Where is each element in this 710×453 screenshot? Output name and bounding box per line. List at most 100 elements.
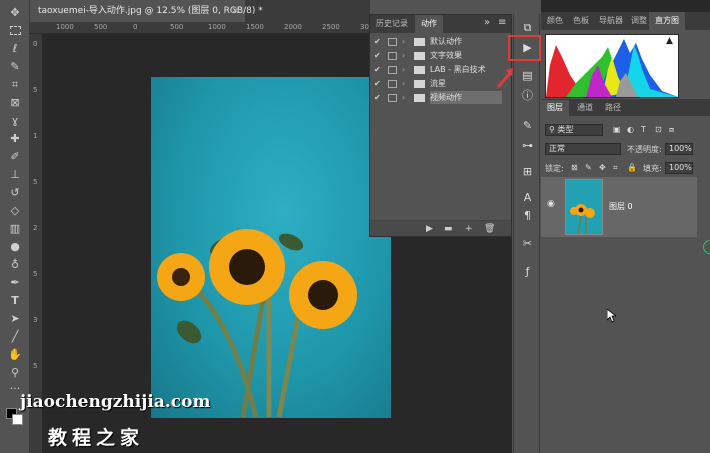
eraser-tool-icon[interactable]: ◇	[6, 202, 24, 218]
checkmark-icon[interactable]: ✔	[374, 91, 381, 105]
action-set-row[interactable]: ✔ › 默认动作	[370, 35, 511, 49]
opacity-input[interactable]: 100%	[665, 143, 693, 155]
blend-mode-select[interactable]: 正常	[545, 143, 621, 155]
tab-layers[interactable]: 图层	[541, 100, 569, 116]
sunflower-photo[interactable]	[151, 77, 391, 418]
tab-swatches[interactable]: 色板	[567, 12, 595, 30]
checkmark-icon[interactable]: ✔	[374, 77, 381, 91]
crop-tool-icon[interactable]: ⌗	[6, 76, 24, 92]
paragraph-panel-icon[interactable]: ¶	[519, 208, 536, 223]
styles-icon[interactable]: ⊞	[519, 164, 536, 179]
move-tool-icon[interactable]: ✥	[6, 4, 24, 20]
info-icon[interactable]: ⓘ	[519, 88, 536, 103]
ruler-label: 1	[33, 132, 38, 140]
tab-navigator[interactable]: 导航器	[593, 12, 629, 30]
lasso-tool-icon[interactable]: ℓ	[6, 40, 24, 56]
properties-icon[interactable]: ƒ	[519, 264, 536, 279]
pen-tool-icon[interactable]: ✒	[6, 274, 24, 290]
quick-select-tool-icon[interactable]: ✎	[6, 58, 24, 74]
lock-artboard-icon[interactable]: ⌗	[613, 163, 618, 173]
layer-thumbnail[interactable]	[565, 179, 603, 235]
dialog-toggle-icon[interactable]	[388, 94, 397, 102]
shape-filter-icon[interactable]: ⊡	[655, 125, 662, 134]
document-tab-title: taoxuemei-导入动作.jpg @ 12.5% (图层 0, RGB/8)…	[38, 6, 263, 16]
folder-icon	[414, 80, 425, 88]
checkmark-icon[interactable]: ✔	[374, 63, 381, 77]
blur-tool-icon[interactable]: ●	[6, 238, 24, 254]
type-tool-icon[interactable]: T	[6, 292, 24, 308]
lock-transparency-icon[interactable]: ⊠	[571, 163, 578, 172]
smart-object-filter-icon[interactable]: ⧈	[669, 125, 674, 135]
layer-row[interactable]: ◉ 图层 0	[541, 177, 697, 237]
cache-warning-icon[interactable]: ▲	[666, 36, 673, 46]
chevron-right-icon[interactable]: ›	[402, 35, 405, 49]
layer-comps-icon[interactable]: ▤	[519, 68, 536, 83]
histogram-graph	[545, 34, 679, 98]
pixel-filter-icon[interactable]: ▣	[613, 125, 621, 134]
dialog-toggle-icon[interactable]	[388, 38, 397, 46]
new-set-folder-icon[interactable]: ▬	[444, 224, 453, 234]
zoom-tool-icon[interactable]: ⚲	[6, 364, 24, 380]
hand-tool-icon[interactable]: ✋	[6, 346, 24, 362]
marquee-tool-icon[interactable]	[6, 22, 24, 38]
line-tool-icon[interactable]: ╱	[6, 328, 24, 344]
tab-actions[interactable]: 动作	[415, 15, 443, 33]
lock-position-icon[interactable]: ✥	[599, 163, 606, 172]
new-action-icon[interactable]: +	[465, 224, 473, 234]
adjustments-icon[interactable]: ⊶	[519, 138, 536, 153]
type-filter-icon[interactable]: T	[641, 125, 646, 134]
path-select-icon[interactable]: ➤	[6, 310, 24, 326]
character-panel-icon[interactable]: A	[519, 190, 536, 205]
tool-presets-icon[interactable]: ✂	[519, 236, 536, 251]
action-set-row[interactable]: ✔ › LAB - 黑白技术	[370, 63, 511, 77]
folder-icon	[414, 52, 425, 60]
play-selection-icon[interactable]: ▶	[426, 224, 433, 234]
frame-tool-icon[interactable]: ⊠	[6, 94, 24, 110]
adjustment-filter-icon[interactable]: ◐	[627, 125, 634, 134]
search-icon: ⚲	[549, 125, 555, 134]
chevron-right-icon[interactable]: ›	[402, 49, 405, 63]
fill-input[interactable]: 100%	[665, 162, 693, 174]
brush-tool-icon[interactable]: ✐	[6, 148, 24, 164]
tab-paths[interactable]: 路径	[599, 100, 627, 116]
chevron-right-icon[interactable]: ›	[402, 77, 405, 91]
tab-histogram[interactable]: 直方图	[649, 12, 685, 30]
healing-brush-icon[interactable]: ✚	[6, 130, 24, 146]
history-brush-icon[interactable]: ↺	[6, 184, 24, 200]
document-tab[interactable]: taoxuemei-导入动作.jpg @ 12.5% (图层 0, RGB/8)…	[30, 0, 263, 22]
tab-channels[interactable]: 通道	[571, 100, 599, 116]
action-set-row-selected[interactable]: ✔ › 视频动作	[370, 91, 511, 105]
chevron-right-icon[interactable]: ›	[402, 63, 405, 77]
close-tab-icon[interactable]: ×	[231, 0, 239, 22]
tools-panel: ✥ ℓ ✎ ⌗ ⊠ ɣ ✚ ✐ ⊥ ↺ ◇ ▥ ● ♁ ✒ T ➤ ╱ ✋ ⚲ …	[0, 0, 30, 453]
visibility-eye-icon[interactable]: ◉	[547, 199, 555, 209]
lock-all-icon[interactable]: 🔒	[627, 163, 637, 172]
dialog-toggle-icon[interactable]	[388, 66, 397, 74]
history-panel-icon[interactable]: ⧉	[519, 20, 536, 35]
ruler-label: 3	[33, 316, 38, 324]
action-set-label: 默认动作	[430, 37, 462, 46]
ruler-label: 5	[33, 362, 38, 370]
action-set-row[interactable]: ✔ › 流星	[370, 77, 511, 91]
collapse-panel-icon[interactable]: »	[484, 17, 490, 28]
brush-settings-icon[interactable]: ✎	[519, 118, 536, 133]
dialog-toggle-icon[interactable]	[388, 80, 397, 88]
chevron-right-icon[interactable]: ›	[402, 91, 405, 105]
gradient-tool-icon[interactable]: ▥	[6, 220, 24, 236]
dodge-tool-icon[interactable]: ♁	[6, 256, 24, 272]
background-color-swatch[interactable]	[12, 414, 23, 425]
delete-icon[interactable]: 🗑	[484, 224, 495, 234]
panel-menu-icon[interactable]: ≡	[498, 17, 506, 28]
layer-kind-filter[interactable]: ⚲ 类型	[545, 124, 603, 136]
mouse-cursor-icon	[607, 309, 616, 323]
eyedropper-tool-icon[interactable]: ɣ	[6, 112, 24, 128]
lock-fill-row: 锁定: ⊠ ✎ ✥ ⌗ 🔒 填充: 100%	[541, 161, 710, 175]
tab-color[interactable]: 颜色	[541, 12, 569, 30]
tab-history[interactable]: 历史记录	[370, 15, 414, 33]
action-set-row[interactable]: ✔ › 文字效果	[370, 49, 511, 63]
stamp-tool-icon[interactable]: ⊥	[6, 166, 24, 182]
lock-pixels-icon[interactable]: ✎	[585, 163, 592, 172]
checkmark-icon[interactable]: ✔	[374, 35, 381, 49]
checkmark-icon[interactable]: ✔	[374, 49, 381, 63]
dialog-toggle-icon[interactable]	[388, 52, 397, 60]
